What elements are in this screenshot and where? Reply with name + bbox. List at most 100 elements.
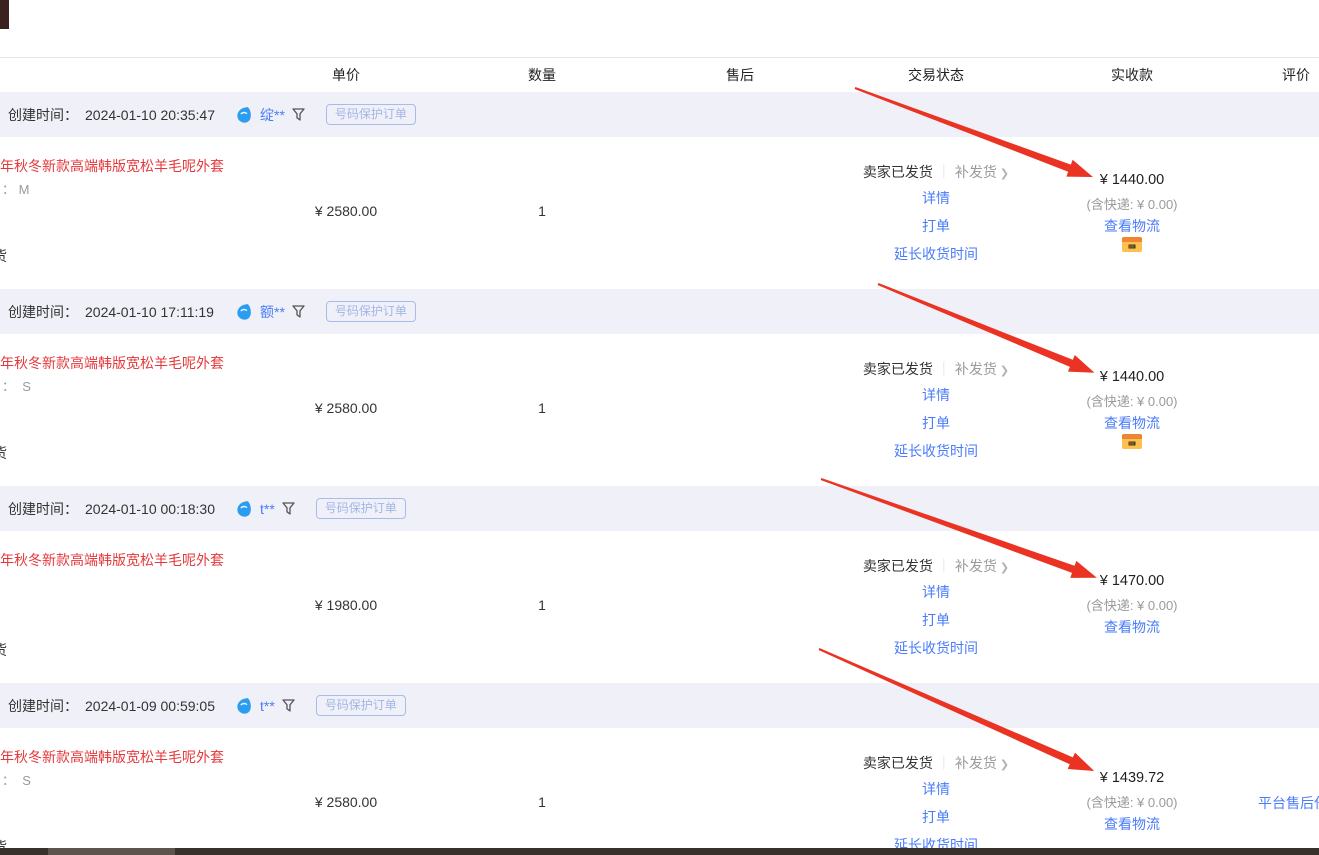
buyer-cluster: t** 号码保护订单 [235, 486, 406, 531]
table-header: 单价 数量 售后 交易状态 实收款 评价 [0, 57, 1319, 92]
detail-link[interactable]: 详情 [922, 582, 950, 602]
view-logistics-link[interactable]: 查看物流 [1104, 814, 1160, 834]
unit-price-cell: ¥ 2580.00 [315, 400, 377, 416]
print-order-link[interactable]: 打单 [922, 413, 950, 433]
reship-link[interactable]: 补发货 [955, 558, 997, 574]
extend-receipt-time-link[interactable]: 延长收货时间 [894, 638, 978, 658]
wangwang-icon[interactable] [235, 500, 253, 518]
column-header-unit-price: 单价 [332, 65, 360, 85]
view-logistics-link[interactable]: 查看物流 [1104, 413, 1160, 433]
detail-link[interactable]: 详情 [922, 779, 950, 799]
status-divider: ｜ [937, 361, 951, 377]
received-amount: ¥ 1439.72 [1100, 770, 1165, 786]
number-protection-badge: 号码保护订单 [316, 695, 406, 716]
order-meta-bar: 创建时间： 2024-01-10 20:35:47 绽** 号码保护订单 [0, 92, 1319, 137]
chevron-right-icon: ❯ [1000, 759, 1009, 771]
received-amount: ¥ 1440.00 [1100, 172, 1165, 188]
left-truncated-text: 货 [0, 443, 7, 463]
shipping-fee-note: (含快递: ¥ 0.00) [1086, 194, 1177, 213]
created-time-label: 创建时间： [8, 696, 78, 716]
extend-receipt-time-link[interactable]: 延长收货时间 [894, 441, 978, 461]
trade-status-line: 卖家已发货｜补发货❯ [863, 162, 1009, 182]
column-header-aftersale: 售后 [726, 65, 754, 85]
order-group: 创建时间： 2024-01-10 00:18:30 t** 号码保护订单 年秋冬… [0, 486, 1319, 683]
quantity-cell: 1 [538, 203, 546, 219]
buyer-name-link[interactable]: 额** [260, 302, 285, 322]
status-divider: ｜ [937, 558, 951, 574]
detail-link[interactable]: 详情 [922, 385, 950, 405]
created-time-label: 创建时间： [8, 105, 78, 125]
card-payment-icon[interactable] [1122, 237, 1142, 257]
product-title-link[interactable]: 年秋冬新款高端韩版宽松羊毛呢外套 [0, 550, 224, 570]
column-header-status: 交易状态 [908, 65, 964, 85]
view-logistics-link[interactable]: 查看物流 [1104, 216, 1160, 236]
detail-link[interactable]: 详情 [922, 188, 950, 208]
created-time-value: 2024-01-09 00:59:05 [85, 698, 215, 714]
wangwang-icon[interactable] [235, 106, 253, 124]
shipping-fee-note: (含快递: ¥ 0.00) [1086, 595, 1177, 614]
filter-icon[interactable] [282, 502, 295, 515]
number-protection-badge: 号码保护订单 [326, 104, 416, 125]
number-protection-badge: 号码保护订单 [326, 301, 416, 322]
corner-artifact [0, 0, 9, 29]
product-sku-size: ： M [2, 179, 29, 198]
chevron-right-icon: ❯ [1000, 562, 1009, 574]
reship-link[interactable]: 补发货 [955, 755, 997, 771]
print-order-link[interactable]: 打单 [922, 807, 950, 827]
product-sku-size: ： S [2, 770, 31, 789]
trade-status-line: 卖家已发货｜补发货❯ [863, 556, 1009, 576]
column-header-review: 评价 [1282, 65, 1310, 85]
print-order-link[interactable]: 打单 [922, 216, 950, 236]
order-meta-bar: 创建时间： 2024-01-10 00:18:30 t** 号码保护订单 [0, 486, 1319, 531]
platform-aftersale-link[interactable]: 平台售后任 [1258, 793, 1319, 813]
reship-link[interactable]: 补发货 [955, 361, 997, 377]
card-payment-icon[interactable] [1122, 434, 1142, 454]
filter-icon[interactable] [292, 108, 305, 121]
created-time-label: 创建时间： [8, 302, 78, 322]
quantity-cell: 1 [538, 400, 546, 416]
product-sku-size: ： S [2, 376, 31, 395]
column-header-quantity: 数量 [528, 65, 556, 85]
unit-price-cell: ¥ 1980.00 [315, 597, 377, 613]
status-shipped-text: 卖家已发货 [863, 361, 933, 377]
created-time: 创建时间： 2024-01-09 00:59:05 [8, 683, 215, 728]
created-time: 创建时间： 2024-01-10 20:35:47 [8, 92, 215, 137]
wangwang-icon[interactable] [235, 697, 253, 715]
print-order-link[interactable]: 打单 [922, 610, 950, 630]
chevron-right-icon: ❯ [1000, 168, 1009, 180]
reship-link[interactable]: 补发货 [955, 164, 997, 180]
trade-status-line: 卖家已发货｜补发货❯ [863, 753, 1009, 773]
shipping-fee-note: (含快递: ¥ 0.00) [1086, 792, 1177, 811]
buyer-cluster: 绽** 号码保护订单 [235, 92, 416, 137]
product-title-link[interactable]: 年秋冬新款高端韩版宽松羊毛呢外套 [0, 353, 224, 373]
extend-receipt-time-link[interactable]: 延长收货时间 [894, 244, 978, 264]
created-time-value: 2024-01-10 00:18:30 [85, 501, 215, 517]
created-time: 创建时间： 2024-01-10 00:18:30 [8, 486, 215, 531]
buyer-name-link[interactable]: t** [260, 698, 275, 714]
shipping-fee-note: (含快递: ¥ 0.00) [1086, 391, 1177, 410]
quantity-cell: 1 [538, 597, 546, 613]
view-logistics-link[interactable]: 查看物流 [1104, 617, 1160, 637]
status-divider: ｜ [937, 164, 951, 180]
created-time-label: 创建时间： [8, 499, 78, 519]
horizontal-scrollbar-track[interactable] [0, 848, 1319, 855]
buyer-cluster: 额** 号码保护订单 [235, 289, 416, 334]
created-time-value: 2024-01-10 17:11:19 [85, 304, 214, 320]
filter-icon[interactable] [282, 699, 295, 712]
horizontal-scrollbar-thumb[interactable] [48, 848, 175, 855]
order-meta-bar: 创建时间： 2024-01-10 17:11:19 额** 号码保护订单 [0, 289, 1319, 334]
wangwang-icon[interactable] [235, 303, 253, 321]
filter-icon[interactable] [292, 305, 305, 318]
order-group: 创建时间： 2024-01-10 20:35:47 绽** 号码保护订单 年秋冬… [0, 92, 1319, 289]
buyer-name-link[interactable]: 绽** [260, 105, 285, 125]
created-time: 创建时间： 2024-01-10 17:11:19 [8, 289, 214, 334]
product-title-link[interactable]: 年秋冬新款高端韩版宽松羊毛呢外套 [0, 156, 224, 176]
order-list-page: 单价 数量 售后 交易状态 实收款 评价 创建时间： 2024-01-10 20… [0, 0, 1319, 855]
received-amount: ¥ 1470.00 [1100, 573, 1165, 589]
status-divider: ｜ [937, 755, 951, 771]
buyer-name-link[interactable]: t** [260, 501, 275, 517]
column-header-received: 实收款 [1111, 65, 1153, 85]
number-protection-badge: 号码保护订单 [316, 498, 406, 519]
product-title-link[interactable]: 年秋冬新款高端韩版宽松羊毛呢外套 [0, 747, 224, 767]
received-amount: ¥ 1440.00 [1100, 369, 1165, 385]
